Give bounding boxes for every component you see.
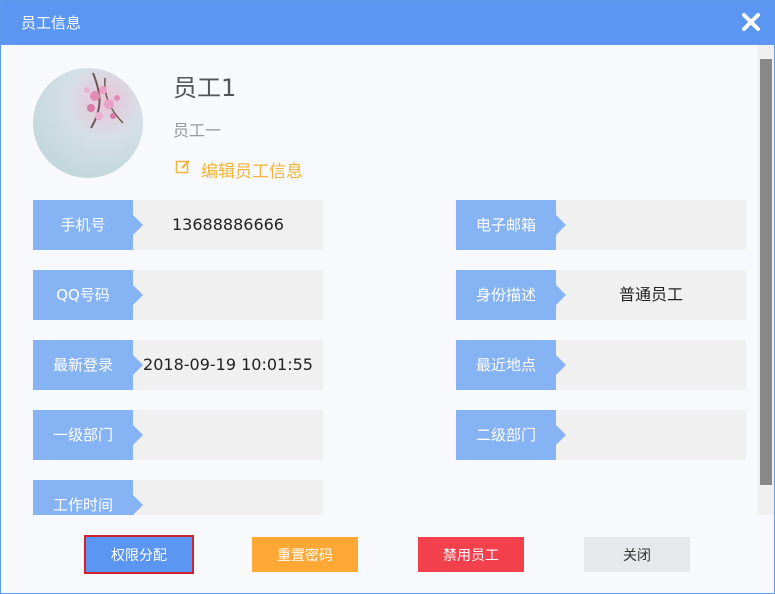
field-label: 电子邮箱	[456, 200, 566, 250]
edit-employee-link[interactable]: 编辑员工信息	[175, 157, 303, 182]
close-button[interactable]: 关闭	[584, 537, 690, 572]
field-dept2: 二级部门	[456, 410, 746, 460]
field-value: 13688886666	[172, 215, 284, 234]
field-label: 工作时间	[33, 480, 143, 515]
field-value	[133, 270, 323, 320]
field-last-location: 最近地点	[456, 340, 746, 390]
dialog-titlebar: 员工信息	[1, 1, 774, 45]
field-dept1: 一级部门	[33, 410, 323, 460]
field-last-login: 最新登录 2018-09-19 10:01:55	[33, 340, 323, 390]
field-qq: QQ号码	[33, 270, 323, 320]
field-phone: 手机号 13688886666	[33, 200, 323, 250]
edit-icon	[175, 159, 201, 180]
field-work-time: 工作时间	[33, 480, 323, 515]
avatar	[33, 68, 143, 178]
disable-employee-button[interactable]: 禁用员工	[418, 537, 524, 572]
field-value	[556, 340, 746, 390]
field-role: 身份描述 普通员工	[456, 270, 746, 320]
field-value: 2018-09-19 10:01:55	[143, 355, 313, 374]
employee-info-dialog: 员工信息 员工1 员工一 编辑员工信息 手机号 13688886666 电子邮箱…	[0, 0, 775, 594]
field-value	[133, 410, 323, 460]
permissions-button[interactable]: 权限分配	[84, 535, 194, 574]
field-label: 二级部门	[456, 410, 566, 460]
close-icon[interactable]	[740, 11, 762, 33]
field-label: 最近地点	[456, 340, 566, 390]
edit-employee-label: 编辑员工信息	[201, 162, 303, 182]
field-value	[556, 410, 746, 460]
scrollbar-thumb[interactable]	[760, 59, 772, 485]
employee-name: 员工1	[173, 74, 237, 102]
field-value	[556, 200, 746, 250]
field-email: 电子邮箱	[456, 200, 746, 250]
field-label: 手机号	[33, 200, 143, 250]
dialog-content: 员工1 员工一 编辑员工信息 手机号 13688886666 电子邮箱 QQ号码…	[1, 45, 774, 515]
field-label: 身份描述	[456, 270, 566, 320]
field-value	[133, 480, 323, 515]
field-label: 一级部门	[33, 410, 143, 460]
field-value: 普通员工	[618, 285, 683, 304]
field-label: QQ号码	[33, 270, 143, 320]
reset-password-button[interactable]: 重置密码	[252, 537, 358, 572]
field-label: 最新登录	[33, 340, 143, 390]
employee-subtitle: 员工一	[173, 121, 222, 140]
dialog-title: 员工信息	[21, 14, 82, 32]
